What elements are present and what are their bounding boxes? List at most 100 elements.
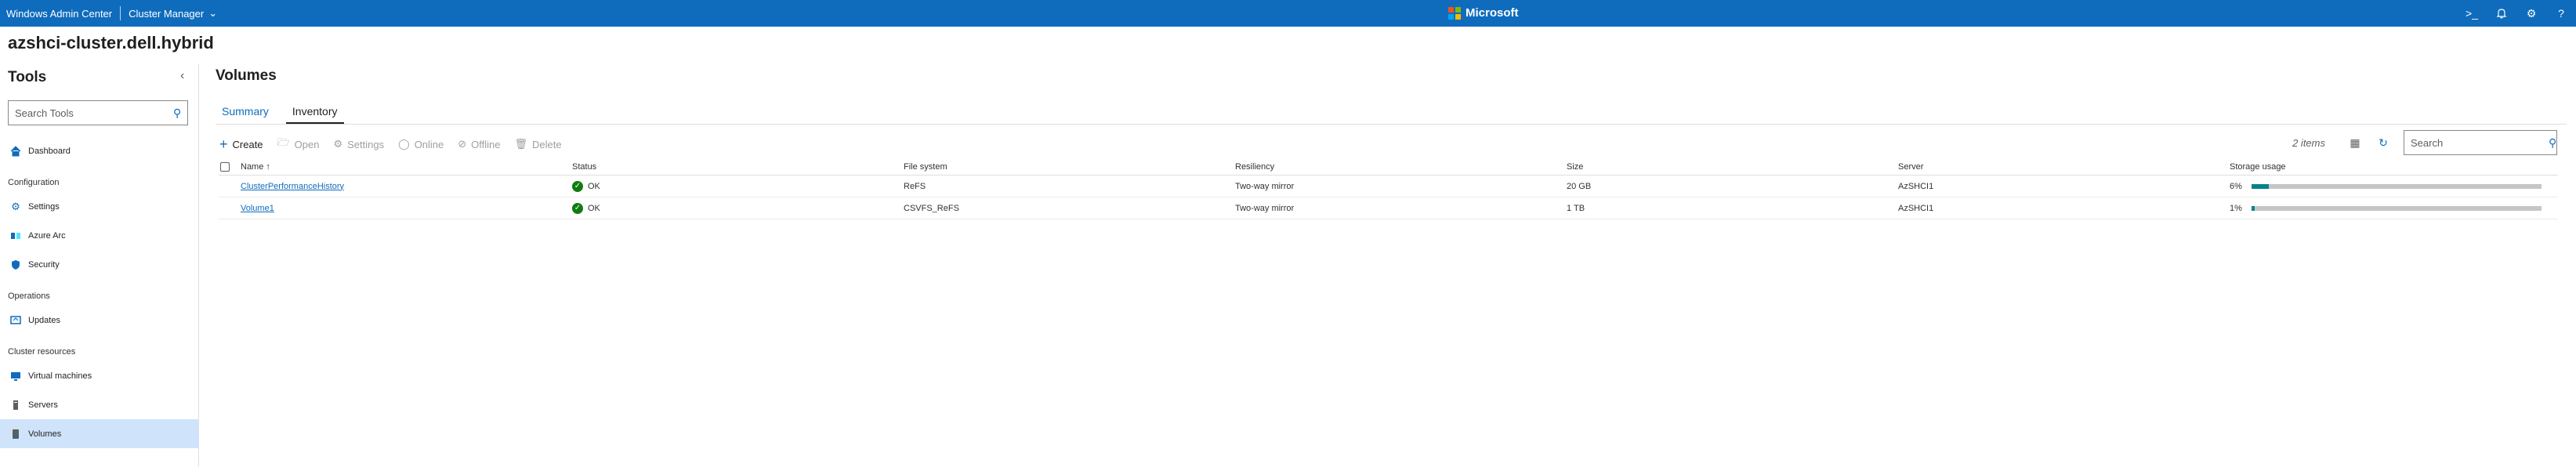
sidebar-item-dashboard[interactable]: Dashboard — [0, 136, 199, 165]
sidebar-item-label: Updates — [28, 315, 60, 325]
table-row[interactable]: ClusterPerformanceHistory ✓ OK ReFS Two-… — [219, 176, 2558, 197]
bell-icon[interactable] — [2487, 0, 2516, 27]
page-title: Volumes — [216, 67, 277, 84]
table-header-row: Name ↑ Status File system Resiliency Siz… — [219, 158, 2558, 176]
search-tools-field[interactable]: ⚲ — [8, 100, 188, 125]
online-icon: ◯ — [398, 138, 410, 150]
sidebar-item-label: Azure Arc — [28, 230, 66, 241]
gear-icon[interactable]: ⚙ — [2516, 0, 2546, 27]
sidebar-item-label: Settings — [28, 201, 60, 212]
size-cell: 1 TB — [1567, 203, 1585, 213]
context-label: Cluster Manager — [129, 7, 205, 20]
volume-name-link[interactable]: ClusterPerformanceHistory — [241, 176, 344, 197]
home-icon — [9, 145, 22, 157]
storage-usage-cell: 1% — [2230, 197, 2542, 219]
help-icon[interactable]: ? — [2546, 0, 2576, 27]
usage-bar-fill — [2252, 183, 2270, 189]
checkmark-icon: ✓ — [572, 202, 583, 214]
delete-label: Delete — [532, 138, 562, 150]
sidebar-item-security[interactable]: Security — [0, 250, 199, 279]
columns-icon[interactable]: ▦ — [2347, 135, 2363, 150]
tab-inventory[interactable]: Inventory — [285, 103, 344, 124]
column-header-file-system[interactable]: File system — [904, 158, 947, 175]
main-content: Volumes Summary Inventory + Create 🗁 Ope… — [199, 64, 2576, 467]
create-button[interactable]: + Create — [219, 136, 263, 153]
sidebar-item-servers[interactable]: Servers — [0, 390, 199, 419]
select-all-checkbox[interactable] — [220, 158, 230, 175]
settings-label: Settings — [347, 138, 385, 150]
sidebar-item-label: Dashboard — [28, 146, 71, 156]
column-header-status[interactable]: Status — [572, 158, 596, 175]
app-name[interactable]: Windows Admin Center — [6, 8, 112, 20]
column-header-size[interactable]: Size — [1567, 158, 1583, 175]
usage-bar-fill — [2252, 205, 2255, 211]
microsoft-brand: Microsoft — [1448, 6, 1519, 20]
collapse-sidebar-icon[interactable]: ‹ — [180, 69, 184, 83]
status-text: OK — [588, 181, 600, 191]
sidebar: Tools ‹ ⚲ Dashboard Configuration ⚙ Sett… — [0, 64, 199, 467]
sidebar-item-virtual-machines[interactable]: Virtual machines — [0, 361, 199, 390]
tab-summary[interactable]: Summary — [216, 103, 275, 124]
create-label: Create — [232, 138, 263, 150]
settings-button[interactable]: ⚙ Settings — [333, 138, 384, 150]
powershell-icon[interactable]: >_ — [2457, 0, 2487, 27]
usage-bar — [2252, 205, 2542, 211]
sidebar-item-updates[interactable]: Updates — [0, 306, 199, 335]
sidebar-group-operations: Operations — [8, 291, 50, 301]
file-system-cell: CSVFS_ReFS — [904, 203, 959, 213]
volume-icon — [9, 428, 22, 440]
server-icon — [9, 399, 22, 411]
storage-usage-cell: 6% — [2230, 176, 2542, 197]
online-label: Online — [414, 138, 444, 150]
search-icon[interactable]: ⚲ — [173, 107, 181, 120]
search-field[interactable]: ⚲ — [2404, 130, 2557, 155]
server-cell: AzSHCI1 — [1898, 181, 1934, 191]
checkmark-icon: ✓ — [572, 180, 583, 192]
table-row[interactable]: Volume1 ✓ OK CSVFS_ReFS Two-way mirror 1… — [219, 197, 2558, 219]
topbar-divider — [120, 6, 121, 20]
online-button[interactable]: ◯ Online — [398, 138, 444, 150]
offline-button[interactable]: ⊘ Offline — [458, 138, 500, 150]
sidebar-item-azure-arc[interactable]: Azure Arc — [0, 221, 199, 250]
sidebar-item-label: Servers — [28, 400, 58, 410]
resiliency-cell: Two-way mirror — [1235, 181, 1295, 191]
search-icon[interactable]: ⚲ — [2549, 136, 2556, 150]
sidebar-nav: Dashboard Configuration ⚙ Settings Azure… — [0, 136, 199, 448]
column-header-server[interactable]: Server — [1898, 158, 1923, 175]
search-tools-input[interactable] — [15, 107, 173, 119]
cluster-title: azshci-cluster.dell.hybrid — [8, 33, 214, 52]
offline-label: Offline — [471, 138, 501, 150]
tab-bar: Summary Inventory — [216, 103, 355, 124]
sidebar-item-settings[interactable]: ⚙ Settings — [0, 192, 199, 221]
top-bar: Windows Admin Center Cluster Manager ⌄ M… — [0, 0, 2576, 27]
sidebar-group-cluster-resources: Cluster resources — [8, 347, 76, 357]
server-cell: AzSHCI1 — [1898, 203, 1934, 213]
brand-label: Microsoft — [1466, 6, 1519, 20]
gear-icon: ⚙ — [333, 138, 343, 150]
items-count: 2 items — [2292, 136, 2325, 149]
trash-icon: 🗑 — [514, 138, 528, 150]
delete-button[interactable]: 🗑 Delete — [515, 138, 562, 150]
volumes-table: Name ↑ Status File system Resiliency Siz… — [219, 158, 2558, 219]
column-header-storage-usage[interactable]: Storage usage — [2230, 158, 2286, 175]
open-button[interactable]: 🗁 Open — [277, 136, 320, 153]
monitor-icon — [9, 370, 22, 382]
sidebar-item-label: Volumes — [28, 429, 62, 439]
search-input[interactable] — [2411, 136, 2549, 149]
sidebar-group-configuration: Configuration — [8, 178, 60, 187]
open-label: Open — [294, 138, 320, 150]
usage-percent: 1% — [2230, 203, 2242, 213]
refresh-icon[interactable]: ↻ — [2375, 135, 2391, 150]
offline-icon: ⊘ — [458, 138, 467, 150]
sidebar-item-volumes[interactable]: Volumes — [0, 419, 199, 448]
toolbar: + Create 🗁 Open ⚙ Settings ◯ Online ⊘ Of… — [219, 133, 576, 155]
gear-icon: ⚙ — [11, 200, 20, 212]
volume-name-link[interactable]: Volume1 — [241, 197, 274, 219]
context-switcher[interactable]: Cluster Manager ⌄ — [129, 7, 217, 20]
column-header-name[interactable]: Name ↑ — [241, 158, 270, 175]
status-cell: ✓ OK — [572, 176, 600, 197]
column-header-resiliency[interactable]: Resiliency — [1235, 158, 1274, 175]
shield-icon — [9, 259, 22, 271]
chevron-down-icon: ⌄ — [208, 7, 218, 19]
microsoft-logo-icon — [1448, 6, 1461, 20]
